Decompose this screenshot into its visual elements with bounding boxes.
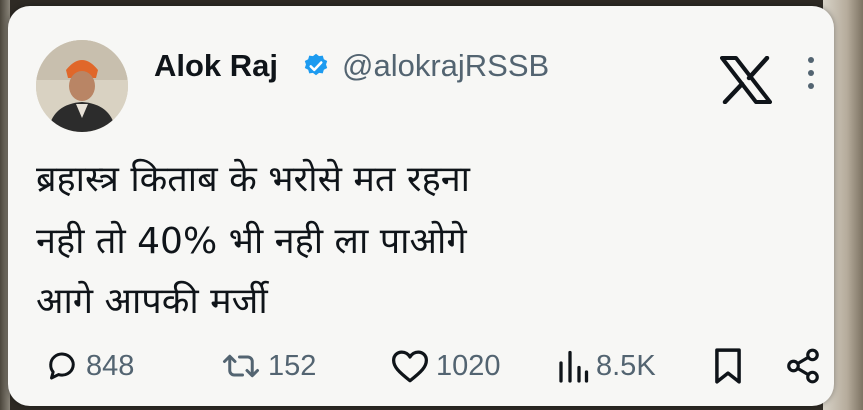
bookmark-icon bbox=[715, 348, 741, 384]
author-name[interactable]: Alok Raj bbox=[154, 46, 278, 86]
more-vertical-icon[interactable] bbox=[804, 54, 818, 94]
author-handle[interactable]: @alokrajRSSB bbox=[342, 46, 549, 86]
verified-badge-icon bbox=[304, 53, 328, 76]
tweet-text-line: नही तो 40% भी नही ला पाओगे bbox=[36, 221, 467, 262]
avatar-image bbox=[36, 40, 128, 132]
bookmark-button[interactable] bbox=[712, 343, 750, 389]
retweet-count: 152 bbox=[268, 349, 317, 382]
share-icon bbox=[787, 348, 819, 384]
heart-icon bbox=[392, 350, 428, 383]
reply-icon bbox=[49, 352, 75, 380]
tweet-card: Alok Raj @alokrajRSSB ब्रहास्त्र किताब क… bbox=[8, 6, 834, 406]
views-count: 8.5K bbox=[596, 349, 656, 382]
views-button[interactable]: 8.5K bbox=[556, 343, 656, 389]
avatar[interactable] bbox=[36, 40, 128, 132]
like-button[interactable]: 1020 bbox=[390, 343, 501, 389]
like-count: 1020 bbox=[436, 349, 501, 382]
retweet-icon bbox=[223, 354, 259, 378]
retweet-button[interactable]: 152 bbox=[220, 343, 316, 389]
tweet-text-line: आगे आपकी मर्जी bbox=[36, 281, 268, 322]
reply-count: 848 bbox=[86, 349, 135, 382]
x-logo-icon[interactable] bbox=[720, 56, 772, 104]
tweet-text-line: ब्रहास्त्र किताब के भरोसे मत रहना bbox=[36, 159, 470, 200]
views-icon bbox=[559, 350, 589, 383]
reply-button[interactable]: 848 bbox=[44, 343, 134, 389]
share-button[interactable] bbox=[784, 343, 828, 389]
